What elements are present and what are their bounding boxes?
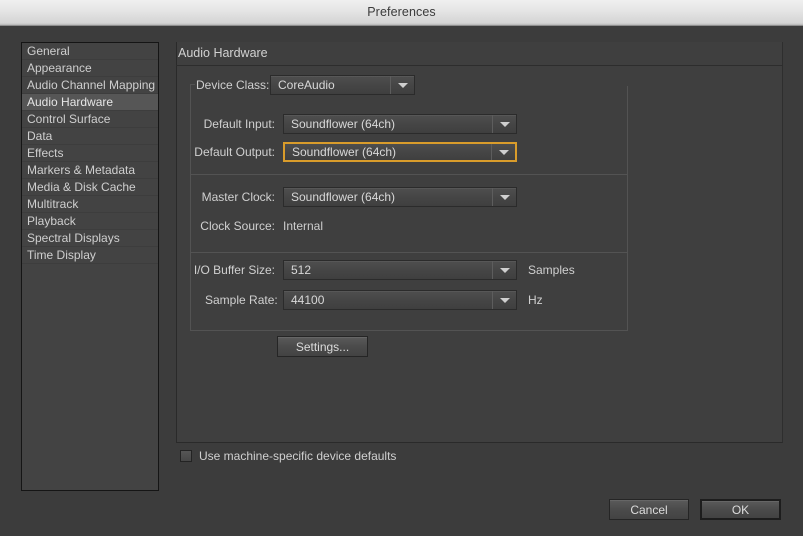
io-buffer-size-dropdown[interactable]: 512 (283, 260, 517, 280)
title-divider (176, 65, 783, 66)
preferences-category-list[interactable]: General Appearance Audio Channel Mapping… (21, 42, 159, 491)
clock-source-value: Internal (283, 219, 324, 233)
sidebar-item-general[interactable]: General (22, 43, 158, 60)
chevron-down-icon[interactable] (491, 144, 515, 160)
chevron-down-icon[interactable] (492, 261, 516, 279)
device-class-value: CoreAudio (278, 78, 335, 92)
preferences-dialog: Preferences General Appearance Audio Cha… (0, 0, 803, 536)
chevron-down-icon[interactable] (492, 291, 516, 309)
clock-source-row: Clock Source: Internal (197, 216, 323, 236)
default-output-row: Default Output: Soundflower (64ch) (186, 142, 517, 162)
default-input-dropdown[interactable]: Soundflower (64ch) (283, 114, 517, 134)
sidebar-item-markers-metadata[interactable]: Markers & Metadata (22, 162, 158, 179)
default-input-value: Soundflower (64ch) (291, 117, 396, 131)
device-class-dropdown[interactable]: CoreAudio (270, 75, 415, 95)
default-output-label: Default Output: (194, 145, 275, 159)
clock-source-label: Clock Source: (200, 219, 275, 233)
sidebar-item-data[interactable]: Data (22, 128, 158, 145)
page-title: Audio Hardware (178, 46, 268, 60)
title-bar: Preferences (0, 0, 803, 26)
master-clock-value: Soundflower (64ch) (291, 190, 396, 204)
settings-button[interactable]: Settings... (277, 336, 368, 357)
window-title: Preferences (367, 5, 436, 19)
device-class-row: Device Class: CoreAudio (196, 75, 415, 95)
sample-rate-dropdown[interactable]: 44100 (283, 290, 517, 310)
sidebar-item-audio-channel-mapping[interactable]: Audio Channel Mapping (22, 77, 158, 94)
chevron-down-icon[interactable] (390, 76, 414, 94)
sidebar-item-effects[interactable]: Effects (22, 145, 158, 162)
io-buffer-size-row: I/O Buffer Size: 512 Samples (192, 260, 575, 280)
sample-rate-value: 44100 (291, 293, 325, 307)
default-output-value: Soundflower (64ch) (292, 145, 397, 159)
cancel-button[interactable]: Cancel (609, 499, 689, 520)
sidebar-item-control-surface[interactable]: Control Surface (22, 111, 158, 128)
sample-rate-row: Sample Rate: 44100 Hz (205, 290, 543, 310)
chevron-down-icon[interactable] (492, 115, 516, 133)
sample-rate-label: Sample Rate: (205, 293, 278, 307)
master-clock-row: Master Clock: Soundflower (64ch) (200, 187, 517, 207)
default-input-label: Default Input: (203, 117, 275, 131)
machine-defaults-label: Use machine-specific device defaults (199, 449, 397, 463)
io-buffer-size-unit: Samples (528, 263, 575, 277)
sidebar-item-multitrack[interactable]: Multitrack (22, 196, 158, 213)
sidebar-item-spectral-displays[interactable]: Spectral Displays (22, 230, 158, 247)
default-input-row: Default Input: Soundflower (64ch) (202, 114, 517, 134)
group-separator-1 (190, 174, 628, 175)
io-buffer-size-value: 512 (291, 263, 312, 277)
io-buffer-size-label: I/O Buffer Size: (193, 263, 275, 277)
group-separator-2 (190, 252, 628, 253)
default-output-dropdown[interactable]: Soundflower (64ch) (283, 142, 517, 162)
sidebar-item-media-disk-cache[interactable]: Media & Disk Cache (22, 179, 158, 196)
master-clock-dropdown[interactable]: Soundflower (64ch) (283, 187, 517, 207)
ok-button[interactable]: OK (700, 499, 781, 520)
device-class-label: Device Class: (196, 78, 270, 92)
machine-defaults-checkbox[interactable] (180, 450, 192, 462)
machine-defaults-row[interactable]: Use machine-specific device defaults (180, 449, 396, 463)
sidebar-item-time-display[interactable]: Time Display (22, 247, 158, 264)
sidebar-item-audio-hardware[interactable]: Audio Hardware (22, 94, 158, 111)
chevron-down-icon[interactable] (492, 188, 516, 206)
sample-rate-unit: Hz (528, 293, 543, 307)
sidebar-item-playback[interactable]: Playback (22, 213, 158, 230)
sidebar-item-appearance[interactable]: Appearance (22, 60, 158, 77)
master-clock-label: Master Clock: (201, 190, 275, 204)
